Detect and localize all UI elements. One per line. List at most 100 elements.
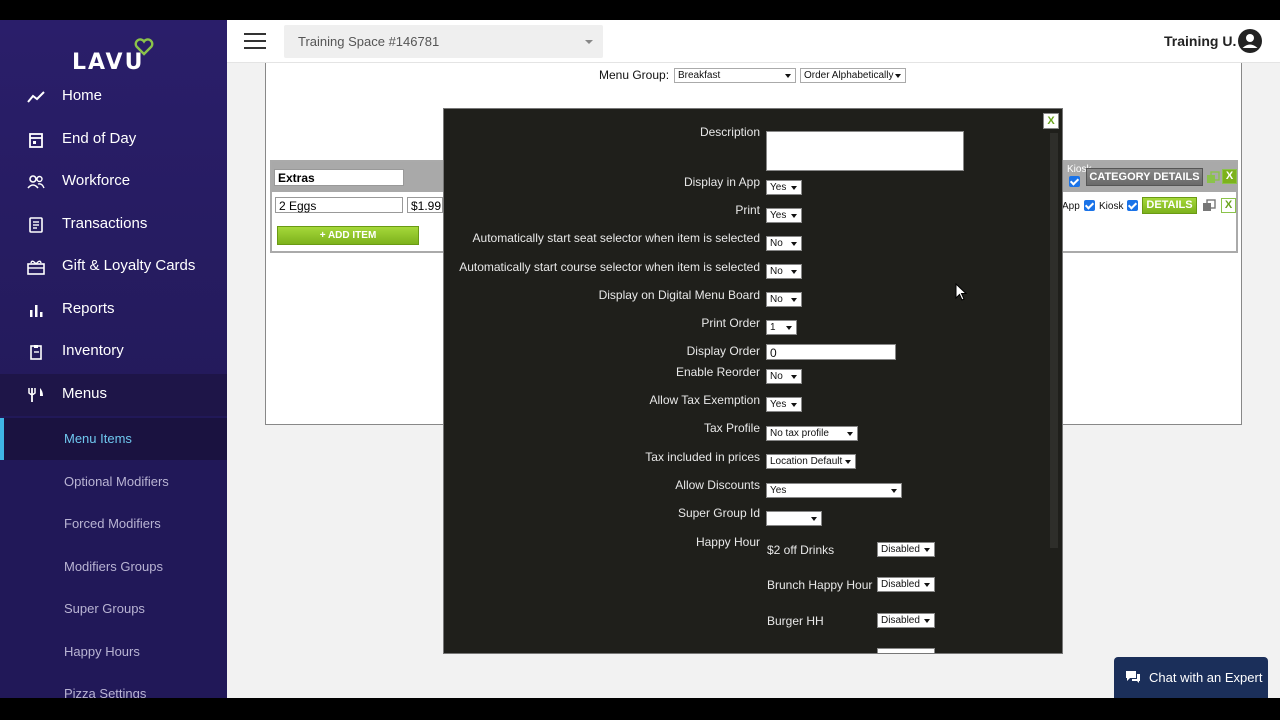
order-select[interactable]: Order Alphabetically xyxy=(800,68,906,83)
digital-menu-board-select[interactable]: No xyxy=(766,292,802,307)
sidebar-item-menus[interactable]: Menus xyxy=(0,374,227,416)
add-item-button[interactable]: + ADD ITEM xyxy=(277,226,419,245)
select-value: No xyxy=(770,371,783,382)
tax-profile-select[interactable]: No tax profile xyxy=(766,426,858,441)
chat-bubble-icon xyxy=(1126,671,1140,683)
kiosk-checkbox[interactable] xyxy=(1069,176,1080,187)
select-value: 1 xyxy=(770,322,776,333)
happy-hour-select[interactable]: Disabled xyxy=(877,577,935,592)
happy-hour-select[interactable]: Disabled xyxy=(877,613,935,628)
space-selector[interactable]: Training Space #146781 xyxy=(284,25,603,58)
sidebar-item-label: Gift & Loyalty Cards xyxy=(62,257,196,274)
category-name-input[interactable]: Extras xyxy=(274,169,404,186)
print-select[interactable]: Yes xyxy=(766,208,802,223)
chevron-down-icon xyxy=(791,270,797,274)
item-price-input[interactable]: $1.99 xyxy=(407,197,443,213)
select-value: No xyxy=(770,238,783,249)
sidebar-item-label: Menus xyxy=(62,385,108,402)
app-checkbox[interactable] xyxy=(1084,200,1095,211)
calendar-icon xyxy=(29,133,43,148)
category-details-button[interactable]: CATEGORY DETAILS xyxy=(1086,168,1203,186)
field-label: Allow Tax Exemption xyxy=(649,393,761,407)
lavu-logo[interactable]: LAVU xyxy=(72,34,162,78)
copy-icon[interactable] xyxy=(1202,199,1216,213)
item-name-input[interactable]: 2 Eggs xyxy=(275,197,403,213)
sidebar-subitem-pizza-settings[interactable]: Pizza Settings xyxy=(0,673,227,698)
seat-selector-select[interactable]: No xyxy=(766,236,802,251)
sidebar-subitem-super-groups[interactable]: Super Groups xyxy=(0,588,227,630)
sidebar-subitem-forced-modifiers[interactable]: Forced Modifiers xyxy=(0,503,227,545)
chevron-down-icon xyxy=(845,460,851,464)
modal-close-button[interactable]: X xyxy=(1043,113,1059,129)
chat-with-expert-button[interactable]: Chat with an Expert xyxy=(1114,657,1268,698)
hamburger-menu-icon[interactable] xyxy=(244,33,266,49)
field-label: Tax included in prices xyxy=(645,450,760,464)
chevron-down-icon xyxy=(791,242,797,246)
select-value: Disabled xyxy=(881,615,920,626)
user-avatar-icon[interactable] xyxy=(1238,29,1262,53)
chevron-down-icon xyxy=(785,74,791,78)
select-value: Yes xyxy=(770,485,787,496)
display-in-app-select[interactable]: Yes xyxy=(766,180,802,195)
modal-scrollbar[interactable] xyxy=(1050,133,1058,548)
tax-included-select[interactable]: Location Default xyxy=(766,454,856,469)
chevron-down-icon xyxy=(791,403,797,407)
field-label: Print Order xyxy=(701,316,760,330)
heart-icon xyxy=(134,38,154,56)
item-details-modal: X Description Display in App Yes Print Y… xyxy=(443,108,1063,654)
select-value: Yes xyxy=(770,182,787,193)
happy-hour-name: $2 off Drinks xyxy=(767,543,835,557)
select-value: Yes xyxy=(770,399,787,410)
sidebar-item-end-of-day[interactable]: End of Day xyxy=(0,119,227,161)
copy-icon[interactable] xyxy=(1206,171,1220,185)
select-value: Yes xyxy=(770,210,787,221)
happy-hour-select[interactable]: Disabled xyxy=(877,542,935,557)
select-value: Disabled xyxy=(881,544,920,555)
receipt-icon xyxy=(29,217,43,233)
trend-icon xyxy=(27,91,45,103)
tax-exemption-select[interactable]: Yes xyxy=(766,397,802,412)
category-delete-button[interactable]: X xyxy=(1222,169,1237,184)
course-selector-select[interactable]: No xyxy=(766,264,802,279)
sidebar-item-gift-loyalty[interactable]: Gift & Loyalty Cards xyxy=(0,246,227,288)
item-details-button[interactable]: DETAILS xyxy=(1142,197,1197,214)
menu-group-select[interactable]: Breakfast xyxy=(674,68,796,83)
chevron-down-icon xyxy=(791,375,797,379)
subitem-label: Modifiers Groups xyxy=(64,559,163,574)
select-value: Order Alphabetically xyxy=(804,70,894,81)
allow-discounts-select[interactable]: Yes xyxy=(766,483,902,498)
chevron-down-icon xyxy=(786,326,792,330)
sidebar-subitem-optional-modifiers[interactable]: Optional Modifiers xyxy=(0,461,227,503)
sidebar-subitem-modifiers-groups[interactable]: Modifiers Groups xyxy=(0,546,227,588)
enable-reorder-select[interactable]: No xyxy=(766,369,802,384)
field-label: Automatically start seat selector when i… xyxy=(472,231,760,245)
clipboard-icon xyxy=(30,345,42,360)
print-order-select[interactable]: 1 xyxy=(766,320,797,335)
chevron-down-icon xyxy=(895,74,901,78)
field-label: Display Order xyxy=(686,344,760,358)
sidebar-item-home[interactable]: Home xyxy=(0,76,227,118)
sidebar-item-label: End of Day xyxy=(62,130,137,147)
mouse-cursor-icon xyxy=(955,283,967,301)
happy-hour-name: Brunch Happy Hour xyxy=(767,578,873,592)
sidebar-subitem-happy-hours[interactable]: Happy Hours xyxy=(0,631,227,673)
chevron-down-icon xyxy=(891,489,897,493)
sidebar-subitem-menu-items[interactable]: Menu Items xyxy=(0,418,227,460)
subitem-label: Happy Hours xyxy=(64,644,140,659)
bar-chart-icon xyxy=(30,305,43,317)
sidebar-item-transactions[interactable]: Transactions xyxy=(0,204,227,246)
sidebar-item-reports[interactable]: Reports xyxy=(0,289,227,331)
display-order-input[interactable]: 0 xyxy=(766,344,896,360)
description-textarea[interactable] xyxy=(766,131,964,171)
space-selector-label: Training Space #146781 xyxy=(298,34,440,49)
sidebar-item-inventory[interactable]: Inventory xyxy=(0,331,227,373)
sidebar-item-workforce[interactable]: Workforce xyxy=(0,161,227,203)
user-name[interactable]: Training U. xyxy=(1164,33,1236,49)
item-delete-button[interactable]: X xyxy=(1221,198,1236,213)
happy-hour-select-partial[interactable] xyxy=(877,648,935,653)
field-label: Automatically start course selector when… xyxy=(459,260,760,274)
item-kiosk-checkbox[interactable] xyxy=(1127,200,1138,211)
super-group-select[interactable] xyxy=(766,511,822,526)
chevron-down-icon xyxy=(791,186,797,190)
subitem-label: Menu Items xyxy=(64,431,132,446)
